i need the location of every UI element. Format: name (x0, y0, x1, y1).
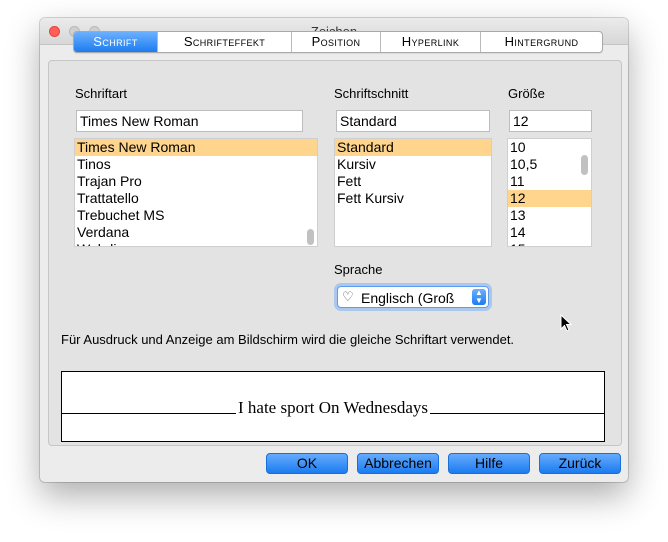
tab-schrift[interactable]: Schrift (74, 32, 158, 52)
tab-hintergrund[interactable]: Hintergrund (481, 32, 602, 52)
size-list-item[interactable]: 15 (508, 241, 591, 246)
preview-text: I hate sport On Wednesdays (236, 398, 430, 417)
font-list-item[interactable]: Webdings (75, 241, 317, 246)
size-list-item[interactable]: 14 (508, 224, 591, 241)
size-list-scroll-thumb[interactable] (581, 155, 588, 175)
tab-bar: Schrift Schrifteffekt Position Hyperlink… (73, 31, 603, 53)
font-family-label: Schriftart (75, 86, 128, 101)
spellcheck-icon: ♡ (342, 289, 354, 304)
popup-arrows-icon: ▲ ▼ (472, 289, 486, 305)
language-popup[interactable]: ♡ Englisch (Groß ▲ ▼ (337, 286, 489, 308)
ok-button[interactable]: OK (266, 453, 348, 474)
style-list-item[interactable]: Standard (335, 139, 491, 156)
mouse-pointer-icon (560, 314, 572, 332)
size-list-item[interactable]: 10 (508, 139, 591, 156)
size-list-item[interactable]: 12 (508, 190, 591, 207)
font-size-list[interactable]: 1010,51112131415 (507, 138, 592, 247)
tab-hyperlink[interactable]: Hyperlink (381, 32, 481, 52)
font-list-scroll-thumb[interactable] (307, 229, 314, 245)
reset-button[interactable]: Zurück (539, 453, 621, 474)
font-list-item[interactable]: Trajan Pro (75, 173, 317, 190)
size-list-item[interactable]: 10,5 (508, 156, 591, 173)
size-list-scrollbar[interactable] (581, 141, 588, 244)
font-list-scrollbar[interactable] (307, 141, 314, 245)
help-button[interactable]: Hilfe (448, 453, 530, 474)
size-list-item[interactable]: 13 (508, 207, 591, 224)
font-list-item[interactable]: Trattatello (75, 190, 317, 207)
font-size-label: Größe (508, 86, 545, 101)
font-list-item[interactable]: Times New Roman (75, 139, 317, 156)
language-value: Englisch (Groß (361, 290, 455, 306)
style-list-item[interactable]: Kursiv (335, 156, 491, 173)
language-label: Sprache (334, 262, 383, 277)
font-preview: I hate sport On Wednesdays (61, 371, 605, 442)
font-size-input[interactable]: 12 (509, 110, 592, 132)
font-style-list[interactable]: Standard Kursiv Fett Fett Kursiv (334, 138, 492, 247)
info-text: Für Ausdruck und Anzeige am Bildschirm w… (61, 332, 515, 347)
font-family-input[interactable]: Times New Roman (76, 110, 303, 132)
font-list-item[interactable]: Tinos (75, 156, 317, 173)
style-list-item[interactable]: Fett Kursiv (335, 190, 491, 207)
font-list-item[interactable]: Trebuchet MS (75, 207, 317, 224)
font-family-list[interactable]: Times New Roman Tinos Trajan Pro Trattatell… (74, 138, 318, 247)
size-list-item[interactable]: 11 (508, 173, 591, 190)
style-list-item[interactable]: Fett (335, 173, 491, 190)
font-list-item[interactable]: Verdana (75, 224, 317, 241)
tab-schrifteffekt[interactable]: Schrifteffekt (158, 32, 292, 52)
font-style-input[interactable]: Standard (336, 110, 490, 132)
tab-position[interactable]: Position (292, 32, 381, 52)
cancel-button[interactable]: Abbrechen (357, 453, 439, 474)
font-style-label: Schriftschnitt (334, 86, 409, 101)
